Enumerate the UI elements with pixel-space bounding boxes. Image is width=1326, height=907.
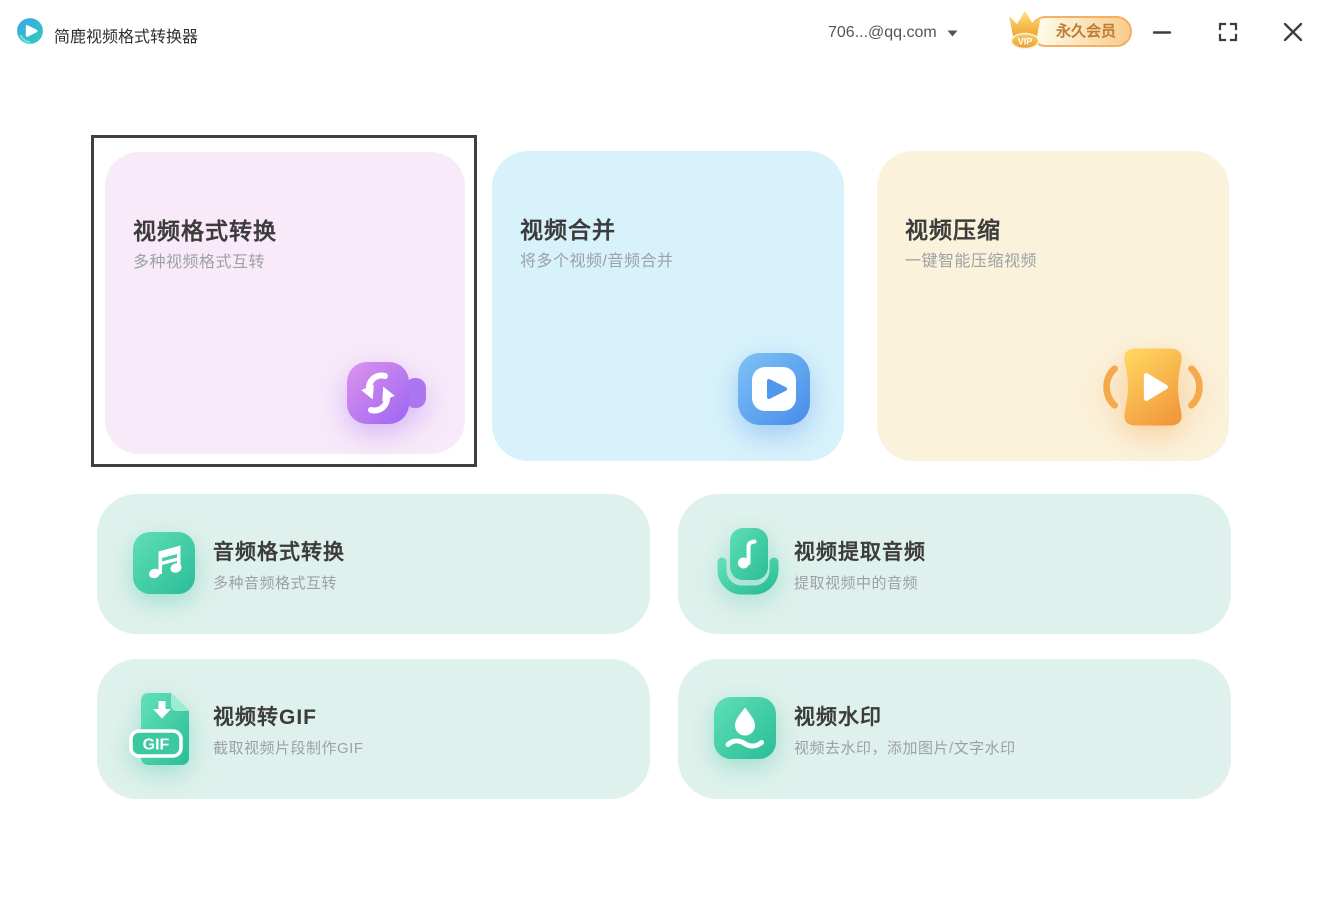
card-title: 视频压缩 — [905, 217, 1001, 243]
maximize-icon — [1218, 22, 1238, 42]
card-subtitle: 提取视频中的音频 — [794, 575, 919, 592]
water-drop-icon — [714, 697, 776, 759]
card-subtitle: 截取视频片段制作GIF — [213, 740, 364, 757]
account-menu[interactable]: 706...@qq.com — [828, 20, 958, 46]
card-video-format-convert[interactable]: 视频格式转换 多种视频格式互转 — [105, 152, 465, 454]
selected-card-frame: 视频格式转换 多种视频格式互转 — [91, 135, 477, 467]
chevron-down-icon — [947, 24, 958, 42]
minimize-button[interactable] — [1146, 16, 1178, 48]
card-video-to-gif[interactable]: GIF 视频转GIF 截取视频片段制作GIF — [97, 659, 650, 799]
video-convert-icon — [347, 360, 427, 426]
card-subtitle: 视频去水印，添加图片/文字水印 — [794, 740, 1016, 757]
maximize-button[interactable] — [1212, 16, 1244, 48]
video-compress-icon — [1103, 345, 1203, 429]
close-button[interactable] — [1277, 16, 1309, 48]
card-video-compress[interactable]: 视频压缩 一键智能压缩视频 — [877, 151, 1229, 461]
card-title: 视频格式转换 — [133, 218, 277, 244]
app-title: 简鹿视频格式转换器 — [54, 29, 199, 46]
card-title: 视频水印 — [794, 706, 882, 729]
card-title: 视频提取音频 — [794, 541, 926, 564]
account-email: 706...@qq.com — [828, 24, 937, 41]
microphone-note-icon — [710, 526, 788, 600]
card-title: 视频合并 — [520, 217, 616, 243]
card-title: 音频格式转换 — [213, 541, 345, 564]
svg-text:GIF: GIF — [143, 737, 170, 754]
card-audio-format-convert[interactable]: 音频格式转换 多种音频格式互转 — [97, 494, 650, 634]
close-icon — [1283, 22, 1303, 42]
video-merge-icon — [738, 353, 810, 425]
card-video-watermark[interactable]: 视频水印 视频去水印，添加图片/文字水印 — [678, 659, 1231, 799]
card-subtitle: 多种视频格式互转 — [133, 254, 266, 271]
vip-crown-icon: VIP — [1002, 7, 1048, 51]
minimize-icon — [1152, 31, 1172, 34]
gif-file-icon: GIF — [127, 689, 197, 769]
card-subtitle: 将多个视频/音频合并 — [520, 253, 674, 270]
card-video-extract-audio[interactable]: 视频提取音频 提取视频中的音频 — [678, 494, 1231, 634]
card-subtitle: 多种音频格式互转 — [213, 575, 338, 592]
vip-membership-badge[interactable]: 永久会员 VIP — [1002, 7, 1133, 55]
card-subtitle: 一键智能压缩视频 — [905, 253, 1038, 270]
svg-text:VIP: VIP — [1018, 37, 1033, 47]
music-note-icon — [133, 532, 195, 594]
app-logo-icon — [15, 16, 45, 46]
card-video-merge[interactable]: 视频合并 将多个视频/音频合并 — [492, 151, 844, 461]
card-title: 视频转GIF — [213, 706, 317, 729]
